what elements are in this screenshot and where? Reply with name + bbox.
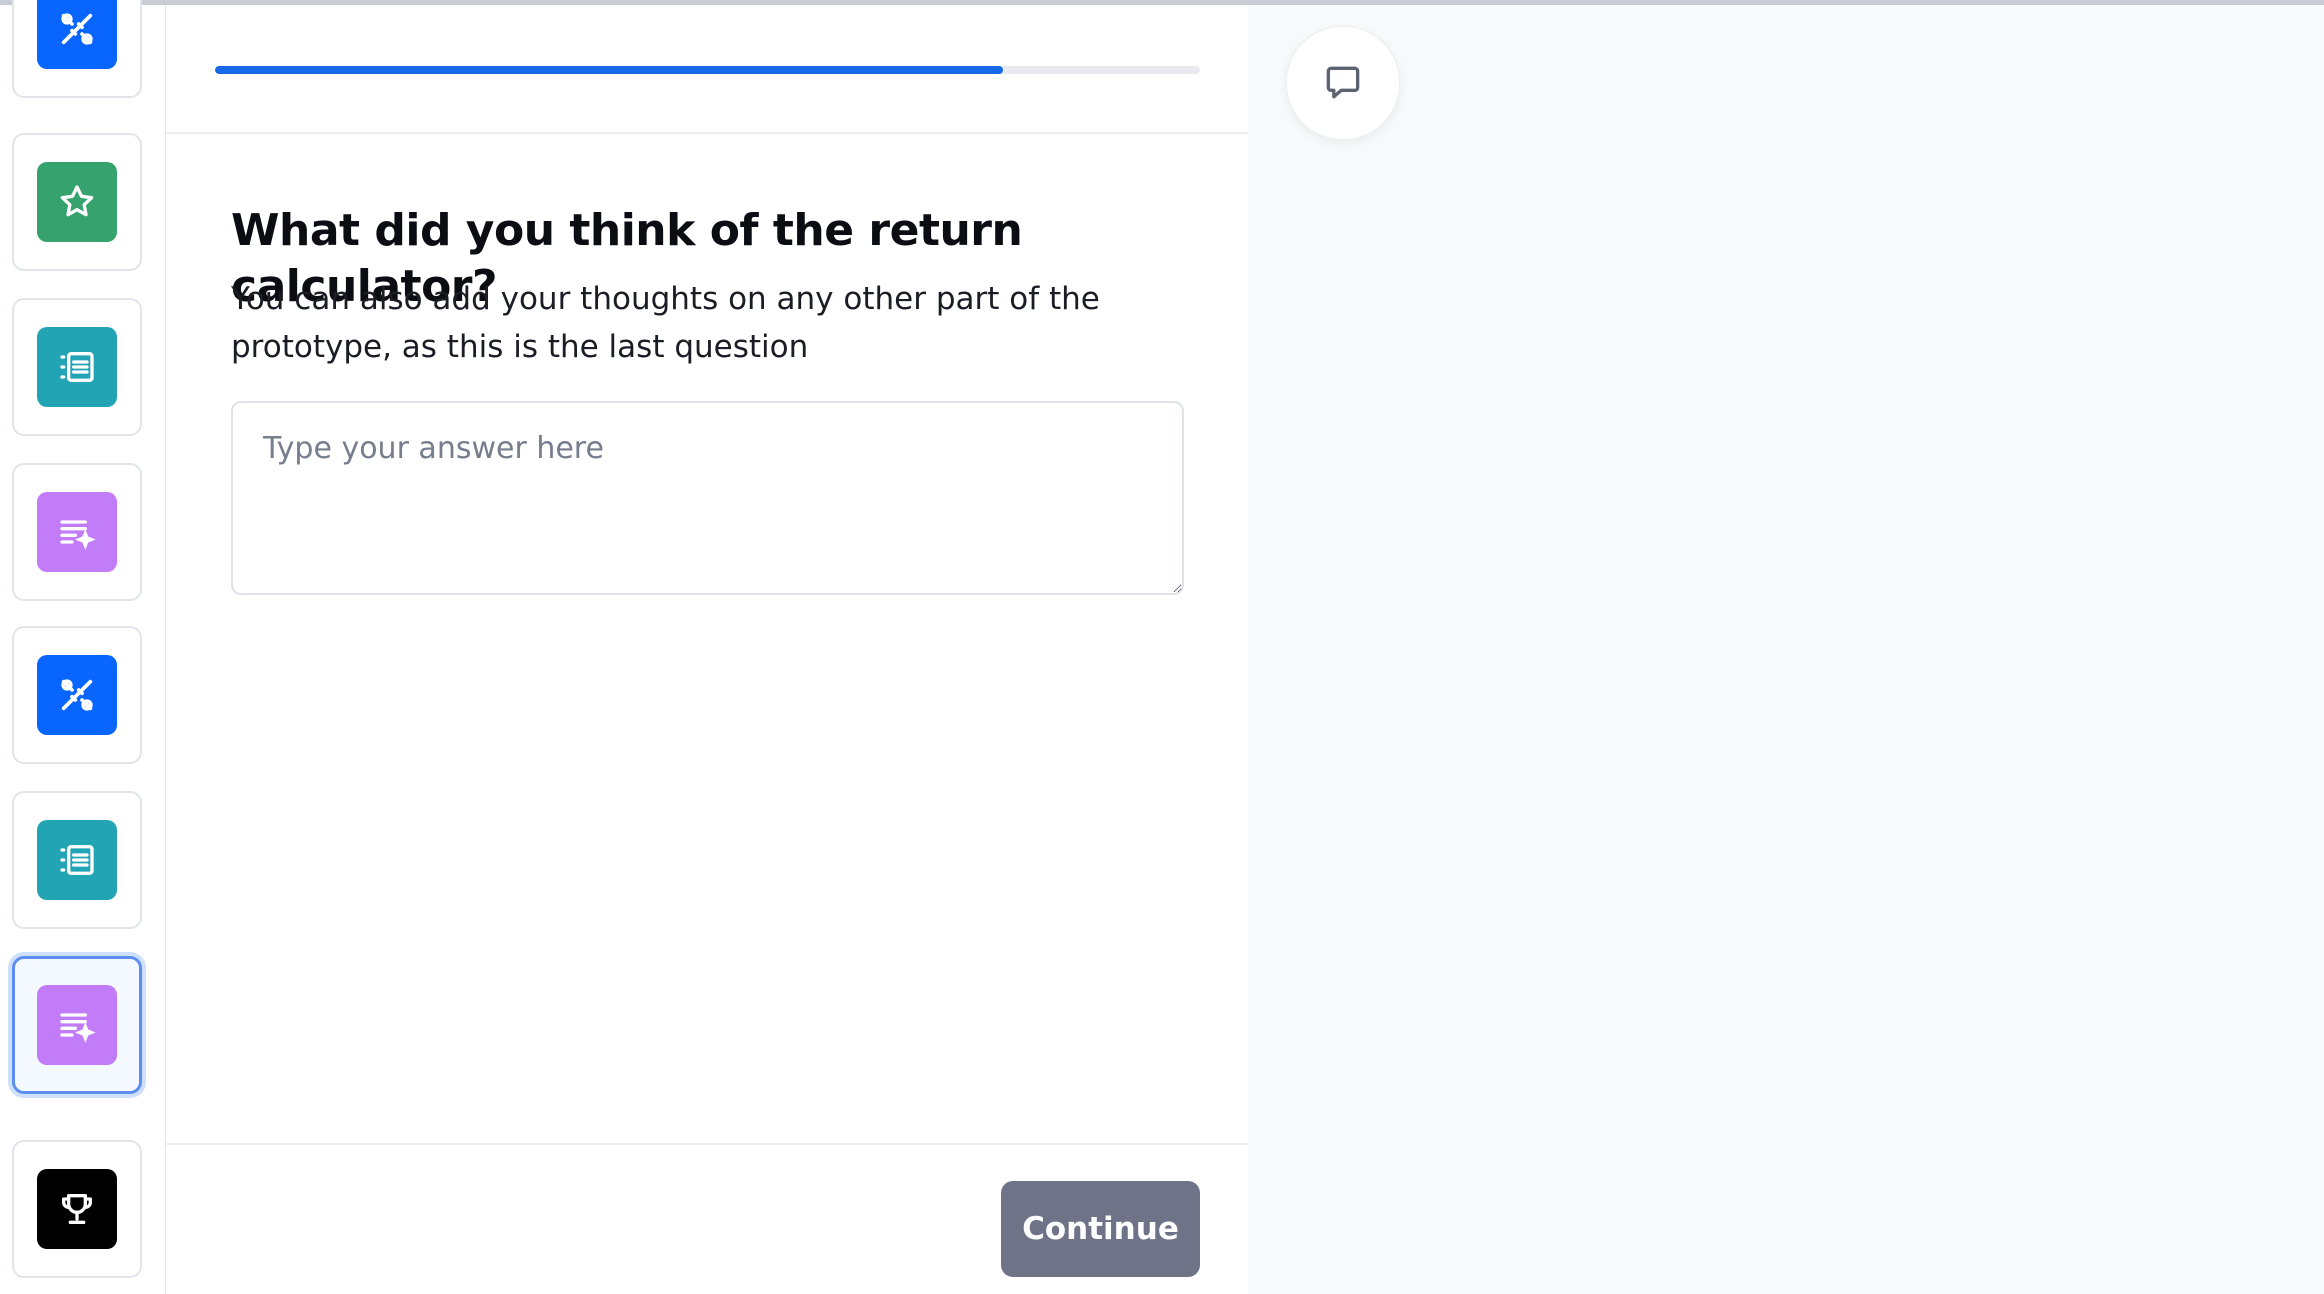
text-sparkle-icon (60, 1013, 96, 1043)
progress-header (166, 5, 1248, 134)
sidebar-item-thank-you[interactable] (12, 1140, 142, 1278)
sidebar-item-list-1[interactable] (12, 298, 142, 436)
prototype-test-icon (61, 13, 93, 45)
sidebar-tile (37, 1169, 117, 1249)
comment-icon (1326, 66, 1360, 99)
sidebar-tile (37, 162, 117, 242)
sidebar-tile (37, 655, 117, 735)
prototype-test-icon (61, 679, 93, 711)
sidebar-tile (37, 327, 117, 407)
sidebar-tile (37, 985, 117, 1065)
answer-input[interactable] (231, 401, 1184, 595)
list-icon (60, 352, 94, 382)
question-panel: What did you think of the return calcula… (166, 5, 1248, 1294)
sidebar-tile (37, 0, 117, 69)
text-sparkle-icon (60, 520, 96, 550)
comment-button[interactable] (1286, 26, 1400, 140)
progress-bar (215, 66, 1200, 74)
question-sidebar (0, 0, 166, 1294)
list-icon (60, 845, 94, 875)
sidebar-item-prototype-1[interactable] (12, 0, 142, 98)
sidebar-tile (37, 820, 117, 900)
sidebar-item-rating[interactable] (12, 133, 142, 271)
sidebar-tile (37, 492, 117, 572)
sidebar-item-list-2[interactable] (12, 791, 142, 929)
question-description: You can also add your thoughts on any ot… (231, 281, 1100, 365)
star-icon (60, 185, 94, 217)
trophy-icon (62, 1194, 93, 1224)
question-footer: Continue (166, 1143, 1248, 1294)
continue-button[interactable]: Continue (1001, 1181, 1200, 1277)
sidebar-item-prototype-2[interactable] (12, 626, 142, 764)
progress-bar-fill (215, 66, 1003, 74)
sidebar-item-open-question-1[interactable] (12, 463, 142, 601)
sidebar-item-open-question-2[interactable] (12, 956, 142, 1094)
